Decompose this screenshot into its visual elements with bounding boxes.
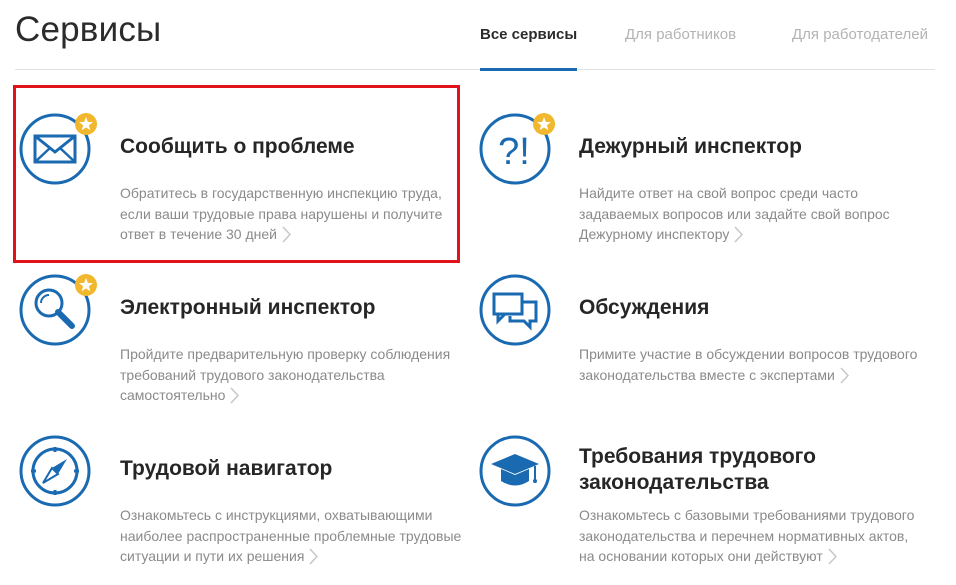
service-title: Трудовой навигатор: [120, 457, 333, 480]
service-card-electronic-inspector[interactable]: Электронный инспектор Пройдите предварит…: [19, 274, 459, 414]
chevron-right-icon: [282, 226, 291, 243]
service-title: Обсуждения: [579, 296, 710, 319]
service-card-duty-inspector[interactable]: ?! Дежурный инспектор Найдите ответ на с…: [479, 113, 939, 253]
chevron-right-icon: [840, 366, 849, 384]
service-card-report-problem[interactable]: Сообщить о проблеме Обратитесь в государ…: [19, 113, 459, 253]
service-title: Дежурный инспектор: [579, 135, 802, 158]
service-title: Требования трудового законодательства: [579, 445, 816, 494]
tab-for-employers[interactable]: Для работодателей: [792, 26, 928, 43]
chevron-right-icon: [828, 548, 837, 565]
compass-icon: [19, 435, 91, 507]
svg-text:?!: ?!: [498, 131, 530, 173]
service-card-labor-navigator[interactable]: Трудовой навигатор Ознакомьтесь с инстру…: [19, 435, 469, 575]
service-description: Ознакомьтесь с инструкциями, охватывающи…: [120, 507, 462, 565]
service-title: Электронный инспектор: [120, 296, 376, 319]
tab-bar: Все сервисы Для работников Для работодат…: [0, 26, 956, 66]
featured-star-icon: [75, 274, 97, 296]
service-description: Ознакомьтесь с базовыми требованиями тру…: [579, 507, 915, 565]
service-description: Пройдите предварительную проверку соблюд…: [120, 346, 451, 404]
service-card-discussions[interactable]: Обсуждения Примите участие в обсуждении …: [479, 274, 939, 394]
graduation-cap-icon: [479, 435, 551, 507]
service-description: Найдите ответ на свой вопрос среди часто…: [579, 185, 890, 243]
featured-star-icon: [75, 113, 97, 135]
chevron-right-icon: [230, 387, 240, 404]
tab-for-employees[interactable]: Для работников: [625, 26, 736, 43]
chevron-right-icon: [734, 226, 744, 243]
featured-star-icon: [533, 113, 555, 135]
active-tab-indicator: [480, 68, 577, 71]
service-description: Обратитесь в государственную инспекцию т…: [120, 185, 443, 243]
service-description: Примите участие в обсуждении вопросов тр…: [579, 346, 918, 384]
service-card-labor-requirements[interactable]: Требования трудового законодательства Оз…: [479, 435, 939, 575]
tab-all-services[interactable]: Все сервисы: [480, 26, 577, 43]
service-title: Сообщить о проблеме: [120, 135, 355, 158]
chat-bubbles-icon: [479, 274, 551, 346]
chevron-right-icon: [309, 548, 319, 565]
header-divider: [15, 69, 935, 70]
